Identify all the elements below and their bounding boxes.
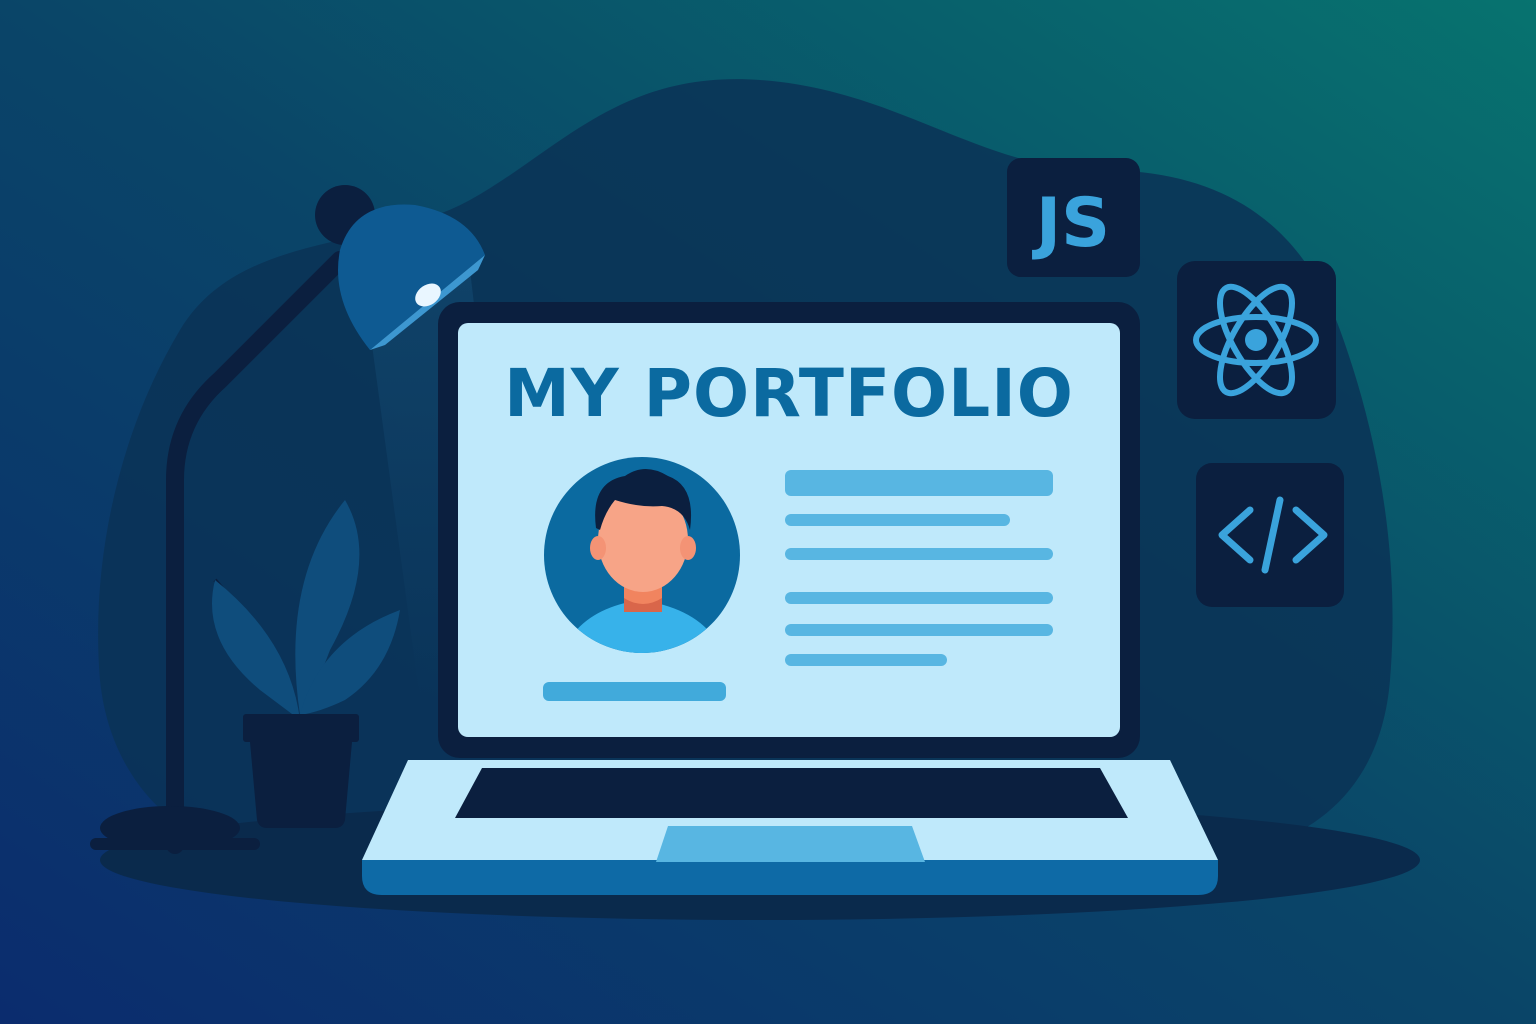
content-line xyxy=(785,654,947,666)
js-badge: JS xyxy=(1007,158,1140,277)
content-line xyxy=(785,624,1053,636)
content-heading-bar xyxy=(785,470,1053,496)
illustration-scene: JS MY PORTFOLIO xyxy=(0,0,1536,1024)
react-badge xyxy=(1177,261,1336,419)
js-icon: JS xyxy=(1032,184,1110,263)
content-line xyxy=(785,514,1010,526)
laptop-trackpad xyxy=(656,826,925,862)
portfolio-title: MY PORTFOLIO xyxy=(504,355,1074,432)
content-line xyxy=(785,548,1053,560)
name-bar xyxy=(543,682,726,701)
laptop-keyboard xyxy=(455,768,1128,818)
content-line xyxy=(785,592,1053,604)
illustration-svg: JS xyxy=(0,0,1536,1024)
code-badge xyxy=(1196,463,1344,607)
